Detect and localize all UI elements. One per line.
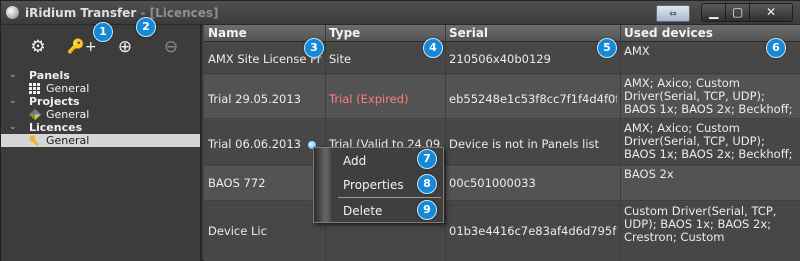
tree-item-licences-general[interactable]: General	[1, 134, 200, 147]
column-divider[interactable]	[325, 25, 326, 42]
tree-item-label: General	[46, 108, 90, 121]
tree-section-label: Licences	[29, 121, 83, 134]
grid-icon	[29, 83, 41, 94]
table-header: Name Type Serial Used devices	[204, 25, 800, 42]
tree-section-label: Projects	[29, 95, 80, 108]
chevron-down-icon[interactable]: ⌄	[9, 69, 17, 82]
project-diamond-icon	[29, 109, 41, 120]
project-tree: ⌄ Panels General ⌄ Projects General ⌄ Li…	[1, 69, 200, 147]
cell-serial: eb55248e1c53f8cc7f1f4d4f0f0	[449, 92, 617, 106]
column-header-type[interactable]: Type	[329, 26, 360, 40]
tree-section-panels[interactable]: ⌄ Panels	[1, 69, 200, 82]
callout-badge: 6	[766, 38, 786, 58]
cell-used-devices: BAOS 2x	[624, 168, 674, 181]
chevron-down-icon[interactable]: ⌄	[9, 95, 17, 108]
minimize-button[interactable]: ▁	[702, 4, 727, 21]
cell-used-devices: AMX; Axico; Custom Driver(Serial, TCP, U…	[624, 77, 793, 116]
table-row[interactable]: Device Lic 01b3e4416c7e83af4d6d795f0f Cu…	[204, 202, 800, 261]
menu-divider	[338, 197, 441, 198]
cell-name: Trial 29.05.2013	[208, 92, 301, 106]
close-button[interactable]: ✕	[749, 4, 792, 21]
cell-name: Device Lic	[208, 224, 267, 238]
tree-section-licences[interactable]: ⌄ Licences	[1, 121, 200, 134]
column-divider	[445, 42, 446, 261]
column-header-serial[interactable]: Serial	[449, 26, 488, 40]
column-divider	[620, 42, 621, 261]
callout-badge: 5	[597, 38, 617, 58]
cell-serial: 210506x40b0129	[449, 52, 551, 66]
app-logo-icon	[6, 6, 19, 19]
tree-section-projects[interactable]: ⌄ Projects	[1, 95, 200, 108]
tree-item-label: General	[46, 82, 90, 95]
key-icon	[29, 135, 40, 146]
settings-icon[interactable]: ⚙	[25, 37, 51, 57]
add-key-icon[interactable]: 🔑+	[65, 37, 99, 57]
left-panel: ⚙ 🔑+ ⊕ ⊖ ⌄ Panels General ⌄ Projects Gen…	[1, 25, 202, 261]
column-divider[interactable]	[620, 25, 621, 42]
callout-badge: 3	[304, 38, 324, 58]
context-menu-icon-strip	[314, 148, 331, 222]
column-header-used-devices[interactable]: Used devices	[624, 26, 713, 40]
tree-item-panels-general[interactable]: General	[1, 82, 200, 95]
callout-badge: 1	[93, 22, 113, 42]
cell-name: BAOS 772	[208, 176, 266, 190]
tree-item-label: General	[46, 134, 90, 147]
table-row[interactable]: Trial 29.05.2013 Trial (Expired) eb55248…	[204, 75, 800, 119]
table-row[interactable]: Trial 06.06.2013 Trial (Valid to 24.09.2…	[204, 120, 800, 165]
app-window: iRidium Transfer - [Licences] ⇔ ▁ ▢ ✕ ⚙ …	[0, 0, 800, 261]
title-bar[interactable]: iRidium Transfer - [Licences] ⇔ ▁ ▢ ✕	[1, 1, 800, 25]
remove-device-icon[interactable]: ⊖	[159, 37, 183, 57]
window-controls: ▁ ▢ ✕	[701, 3, 793, 22]
cell-type: Trial (Expired)	[329, 92, 409, 106]
callout-badge: 9	[417, 200, 437, 220]
maximize-button[interactable]: ▢	[726, 4, 750, 21]
app-name: iRidium Transfer	[25, 6, 137, 20]
cell-used-devices: AMX; Axico; Custom Driver(Serial, TCP, U…	[624, 122, 793, 161]
licences-table: Name Type Serial Used devices AMX Site L…	[204, 25, 800, 261]
cell-used-devices: Custom Driver(Serial, TCP, UDP); BAOS 1x…	[624, 205, 777, 244]
column-divider[interactable]	[445, 25, 446, 42]
cell-serial: Device is not in Panels list	[449, 137, 600, 151]
table-row[interactable]: AMX Site License Pro Site 210506x40b0129…	[204, 43, 800, 74]
column-header-name[interactable]: Name	[208, 26, 247, 40]
tree-item-projects-general[interactable]: General	[1, 108, 200, 121]
cell-name: Trial 06.06.2013	[208, 137, 301, 151]
table-row[interactable]: BAOS 772 00c501000033 BAOS 2x	[204, 166, 800, 201]
cell-name: AMX Site License Pro	[208, 52, 322, 66]
callout-badge: 8	[417, 174, 437, 194]
window-title: iRidium Transfer - [Licences]	[25, 6, 219, 20]
cell-serial: 00c501000033	[449, 176, 536, 190]
callout-badge: 7	[417, 149, 437, 169]
restore-layout-button[interactable]: ⇔	[656, 5, 690, 22]
callout-badge: 2	[136, 17, 156, 37]
cell-serial: 01b3e4416c7e83af4d6d795f0f	[449, 224, 617, 238]
chevron-down-icon[interactable]: ⌄	[9, 121, 17, 134]
tree-section-label: Panels	[29, 69, 70, 82]
add-device-icon[interactable]: ⊕	[113, 37, 137, 57]
callout-badge: 4	[423, 38, 443, 58]
